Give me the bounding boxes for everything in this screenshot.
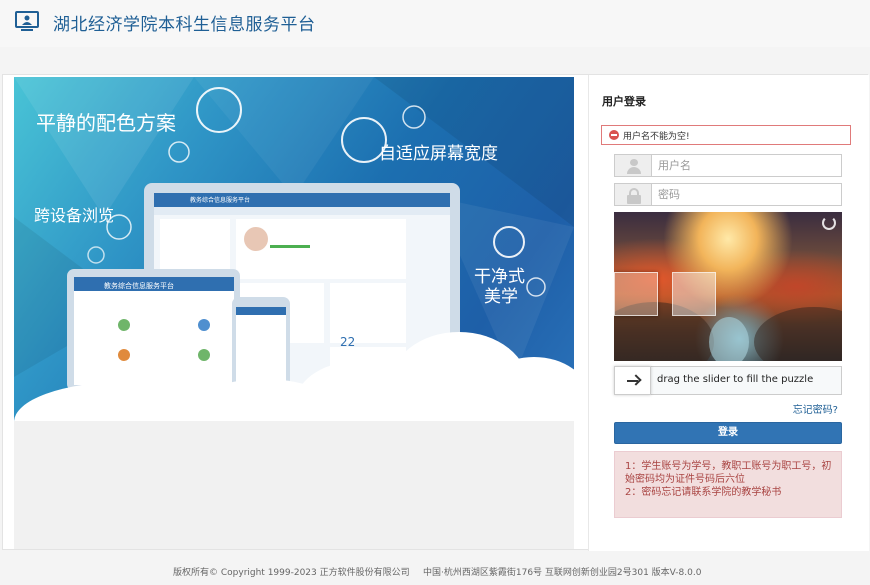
forgot-password-link[interactable]: 忘记密码? [793, 401, 838, 416]
slogan-color-scheme: 平静的配色方案 [36, 111, 176, 135]
monitor-user-icon [15, 11, 39, 31]
refresh-icon[interactable] [822, 216, 836, 230]
promo-banner: 平静的配色方案 自适应屏幕宽度 跨设备浏览 干净式 美学 教务综合信息服务平台 … [14, 77, 574, 421]
login-panel: 用户登录 用户名不能为空! 用户名 drag the slider to fil… [588, 75, 869, 551]
login-notice: 1：学生账号为学号，教职工账号为职工号，初始密码均为证件号码后六位 2：密码忘记… [614, 451, 842, 518]
slider-hint: drag the slider to fill the puzzle [657, 374, 814, 385]
laptop-screen-title: 教务综合信息服务平台 [190, 197, 251, 204]
main-panel: 平静的配色方案 自适应屏幕宽度 跨设备浏览 干净式 美学 教务综合信息服务平台 … [2, 74, 869, 551]
footer-address: 中国·杭州西湖区紫霞街176号 互联网创新创业园2号301 版本V-8.0.0 [423, 568, 702, 578]
calendar-day: 22 [340, 335, 356, 349]
username-input[interactable] [652, 154, 842, 177]
lock-icon [614, 183, 652, 206]
slogan-aesthetics: 美学 [484, 287, 518, 307]
captcha-slider[interactable]: drag the slider to fill the puzzle [614, 366, 842, 395]
site-title: 湖北经济学院本科生信息服务平台 [53, 15, 316, 35]
notice-line: 1：学生账号为学号，教职工账号为职工号，初始密码均为证件号码后六位 [625, 461, 832, 485]
notice-line: 2：密码忘记请联系学院的教学秘书 [625, 487, 782, 498]
login-button[interactable]: 登录 [614, 422, 842, 444]
error-icon [609, 130, 619, 140]
user-icon [614, 154, 652, 177]
tablet-screen-title: 教务综合信息服务平台 [104, 282, 174, 290]
password-input[interactable] [652, 183, 842, 206]
slogan-adaptive-width: 自适应屏幕宽度 [379, 144, 498, 164]
error-alert: 用户名不能为空! [601, 125, 851, 145]
header: 湖北经济学院本科生信息服务平台 [0, 0, 870, 47]
puzzle-slot [672, 272, 716, 316]
puzzle-piece[interactable] [614, 272, 658, 316]
slogan-cross-device: 跨设备浏览 [34, 206, 115, 225]
login-title: 用户登录 [602, 95, 646, 108]
footer-copyright: 版权所有© Copyright 1999-2023 正方软件股份有限公司 [173, 568, 410, 578]
captcha-image [614, 212, 842, 361]
username-field [614, 154, 842, 177]
error-message: 用户名不能为空! [623, 132, 690, 142]
password-field [614, 183, 842, 206]
slider-handle[interactable] [614, 366, 651, 395]
banner-spacer [14, 421, 574, 549]
